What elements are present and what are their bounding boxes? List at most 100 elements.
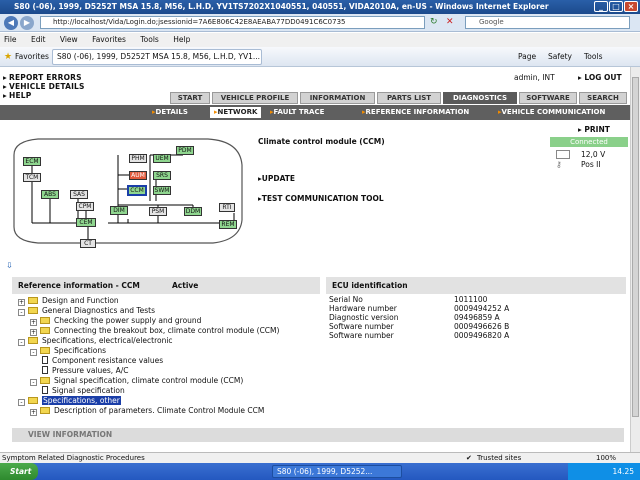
- expand-icon[interactable]: +: [30, 319, 37, 326]
- tab-diagnostics[interactable]: DIAGNOSTICS: [443, 92, 517, 104]
- tab-search[interactable]: SEARCH: [579, 92, 627, 104]
- tree-item[interactable]: + Checking the power supply and ground: [30, 316, 201, 326]
- tree-item[interactable]: - Specifications, electrical/electronic: [18, 336, 173, 346]
- taskbar-window-item[interactable]: S80 (-06), 1999, D5252...: [272, 465, 402, 478]
- subtab-network[interactable]: NETWORK: [210, 107, 262, 118]
- collapse-icon[interactable]: -: [30, 379, 37, 386]
- ecu-ddm[interactable]: DDM: [184, 207, 202, 216]
- collapse-icon[interactable]: -: [18, 309, 25, 316]
- menu-tools[interactable]: Tools: [140, 35, 158, 44]
- menu-favorites[interactable]: Favorites: [92, 35, 126, 44]
- start-button[interactable]: Start: [0, 463, 38, 480]
- vehicle-details-link[interactable]: VEHICLE DETAILS: [3, 82, 85, 91]
- minimize-button[interactable]: _: [594, 1, 608, 12]
- folder-icon: [40, 407, 50, 414]
- ecu-phm[interactable]: PHM: [129, 154, 147, 163]
- tab-software[interactable]: SOFTWARE: [519, 92, 577, 104]
- ignition-key-icon: ⚷: [556, 160, 562, 169]
- tree-item[interactable]: Pressure values, A/C: [42, 366, 128, 376]
- logout-label: LOG OUT: [584, 73, 622, 82]
- tree-item[interactable]: - Signal specification, climate control m…: [30, 376, 243, 386]
- tab-parts-list[interactable]: PARTS LIST: [377, 92, 441, 104]
- reference-panel-header: Reference information - CCM Active: [12, 277, 320, 294]
- tree-item-selected[interactable]: - Specifications, other: [18, 396, 121, 406]
- forward-button[interactable]: ▶: [20, 16, 34, 30]
- update-link[interactable]: UPDATE: [258, 174, 295, 183]
- logout-link[interactable]: ▸ LOG OUT: [578, 73, 622, 82]
- window-title: S80 (-06), 1999, D5252T MSA 15.8, M56, L…: [14, 2, 549, 11]
- tree-item[interactable]: + Connecting the breakout box, climate co…: [30, 326, 279, 336]
- safety-menu[interactable]: Safety: [548, 47, 572, 67]
- close-button[interactable]: ×: [624, 1, 638, 12]
- zoom-level[interactable]: 100%: [596, 453, 616, 463]
- subtab-vehicle-communication[interactable]: VEHICLE COMMUNICATION: [498, 107, 606, 118]
- tab-start[interactable]: START: [170, 92, 210, 104]
- ecu-cpm[interactable]: CPM: [76, 202, 94, 211]
- test-communication-link[interactable]: TEST COMMUNICATION TOOL: [258, 194, 384, 203]
- ecu-id-value: 0009496820 A: [454, 331, 510, 340]
- page-scrollbar[interactable]: [630, 67, 640, 452]
- scrollbar-thumb[interactable]: [632, 77, 639, 417]
- expand-icon[interactable]: +: [30, 329, 37, 336]
- ecu-srs[interactable]: SRS: [153, 171, 171, 180]
- ecu-sas[interactable]: SAS: [70, 190, 88, 199]
- ecu-aum[interactable]: AUM: [129, 171, 147, 180]
- browser-tab[interactable]: S80 (-06), 1999, D5252T MSA 15.8, M56, L…: [52, 49, 262, 65]
- menu-help[interactable]: Help: [173, 35, 190, 44]
- collapse-icon[interactable]: -: [30, 349, 37, 356]
- ecu-ccm[interactable]: CCM: [127, 185, 147, 196]
- tree-item[interactable]: + Design and Function: [18, 296, 119, 306]
- tree-item[interactable]: + Description of parameters. Climate Cont…: [30, 406, 264, 416]
- subtab-reference-information[interactable]: REFERENCE INFORMATION: [362, 107, 470, 118]
- menu-file[interactable]: File: [4, 35, 17, 44]
- ecu-tcm[interactable]: TCM: [23, 173, 41, 182]
- menu-edit[interactable]: Edit: [31, 35, 46, 44]
- folder-icon: [28, 337, 38, 344]
- ecu-id-value: 0009496626 B: [454, 322, 510, 331]
- search-input[interactable]: Google: [465, 16, 630, 29]
- url-input[interactable]: http://localhost/Vida/Login.do;jsessioni…: [40, 16, 425, 29]
- tree-item[interactable]: - Specifications: [30, 346, 106, 356]
- tab-information[interactable]: INFORMATION: [300, 92, 375, 104]
- ecu-uem[interactable]: UEM: [153, 154, 171, 163]
- back-button[interactable]: ◀: [4, 16, 18, 30]
- ecu-dim[interactable]: DIM: [110, 206, 128, 215]
- subtab-details[interactable]: DETAILS: [152, 107, 188, 118]
- favorites-button[interactable]: Favorites: [15, 47, 49, 67]
- tree-item[interactable]: - General Diagnostics and Tests: [18, 306, 155, 316]
- menu-view[interactable]: View: [60, 35, 78, 44]
- refresh-icon[interactable]: ↻: [430, 17, 438, 27]
- ecu-swm[interactable]: SWM: [153, 186, 171, 195]
- tab-vehicle-profile[interactable]: VEHICLE PROFILE: [212, 92, 298, 104]
- ecu-psm[interactable]: PSM: [149, 207, 167, 216]
- ecu-rem[interactable]: REM: [219, 220, 237, 229]
- page-menu[interactable]: Page: [518, 47, 536, 67]
- tools-menu[interactable]: Tools: [584, 47, 602, 67]
- ecu-ecm[interactable]: ECM: [23, 157, 41, 166]
- folder-icon: [40, 377, 50, 384]
- ecu-id-label: Software number: [329, 331, 394, 340]
- ecu-rti[interactable]: RTI: [219, 203, 235, 212]
- tree-item[interactable]: Signal specification: [42, 386, 125, 396]
- tree-item[interactable]: Component resistance values: [42, 356, 163, 366]
- expand-icon[interactable]: +: [18, 299, 25, 306]
- ecu-abs[interactable]: ABS: [41, 190, 59, 199]
- report-errors-link[interactable]: REPORT ERRORS: [3, 73, 82, 82]
- stop-icon[interactable]: ✕: [446, 17, 454, 27]
- help-link[interactable]: HELP: [3, 91, 31, 100]
- ecu-id-label: Diagnostic version: [329, 313, 399, 322]
- ecu-ct[interactable]: CT: [80, 239, 96, 248]
- info-icon[interactable]: ⇩: [6, 261, 13, 270]
- document-icon: [42, 356, 48, 364]
- tree-label: Specifications, electrical/electronic: [42, 336, 173, 345]
- expand-icon[interactable]: +: [30, 409, 37, 416]
- subtab-fault-trace[interactable]: FAULT TRACE: [270, 107, 325, 118]
- view-information-button[interactable]: VIEW INFORMATION: [12, 428, 624, 442]
- maximize-button[interactable]: □: [609, 1, 623, 12]
- browser-tab-title: S80 (-06), 1999, D5252T MSA 15.8, M56, L…: [57, 52, 261, 61]
- ecu-cem[interactable]: CEM: [76, 218, 96, 227]
- collapse-icon[interactable]: -: [18, 339, 25, 346]
- collapse-icon[interactable]: -: [18, 399, 25, 406]
- ecu-pdm[interactable]: PDM: [176, 146, 194, 155]
- print-link[interactable]: ▸ PRINT: [578, 125, 610, 134]
